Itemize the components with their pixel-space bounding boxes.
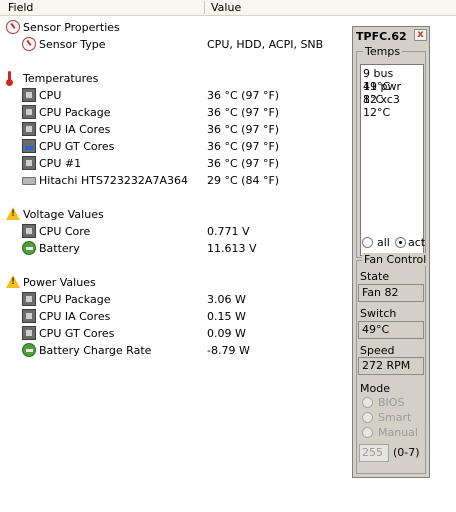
- state-field: Fan 82: [358, 284, 424, 302]
- thermometer-icon: [6, 71, 13, 86]
- cpu-chip-icon: [22, 105, 36, 119]
- warning-icon: [6, 275, 20, 288]
- item-label: CPU Package: [39, 293, 111, 306]
- item-label: CPU GT Cores: [39, 327, 115, 340]
- item-label: Battery Charge Rate: [39, 344, 152, 357]
- group-label: Sensor Properties: [23, 21, 120, 34]
- item-value: 36 °C (97 °F): [207, 140, 280, 153]
- item-value: 0.15 W: [207, 310, 246, 323]
- item-value: CPU, HDD, ACPI, SNB: [207, 38, 324, 51]
- mode-manual-radio[interactable]: [362, 427, 373, 438]
- cpu-chip-icon: [22, 326, 36, 340]
- cpu-chip-icon: [22, 122, 36, 136]
- battery-icon: [22, 241, 36, 255]
- item-label: Battery: [39, 242, 80, 255]
- mode-bios-radio[interactable]: [362, 397, 373, 408]
- column-header-field[interactable]: Field: [8, 1, 33, 14]
- gauge-icon: [22, 37, 36, 51]
- state-label: State: [360, 270, 390, 283]
- gauge-icon: [6, 20, 20, 34]
- cpu-chip-icon: [22, 224, 36, 238]
- item-value: 0.09 W: [207, 327, 246, 340]
- tpfc-panel: TPFC.62 x Temps 9 bus 49°C 11 pwr 8°C 12…: [352, 26, 430, 478]
- temps-line: 12 xc3 12°C: [363, 93, 400, 119]
- item-label: CPU Core: [39, 225, 91, 238]
- item-value: 36 °C (97 °F): [207, 157, 280, 170]
- item-value: -8.79 W: [207, 344, 250, 357]
- item-label: CPU GT Cores: [39, 140, 115, 153]
- item-label: CPU IA Cores: [39, 123, 111, 136]
- item-value: 36 °C (97 °F): [207, 123, 280, 136]
- warning-icon: [6, 207, 20, 220]
- item-value: 36 °C (97 °F): [207, 106, 280, 119]
- column-header-value[interactable]: Value: [211, 1, 241, 14]
- temps-group-label: Temps: [363, 45, 403, 58]
- cpu-chip-icon: [22, 156, 36, 170]
- tpfc-title: TPFC.62: [356, 30, 407, 43]
- all-radio-label: all: [377, 236, 390, 249]
- speed-label: Speed: [360, 344, 395, 357]
- gpu-icon: [22, 139, 36, 153]
- item-value: 29 °C (84 °F): [207, 174, 280, 187]
- manual-level-input[interactable]: 255: [359, 444, 389, 462]
- item-value: 36 °C (97 °F): [207, 89, 280, 102]
- mode-smart-radio[interactable]: [362, 412, 373, 423]
- group-label: Temperatures: [23, 72, 99, 85]
- cpu-chip-icon: [22, 88, 36, 102]
- switch-label: Switch: [360, 307, 397, 320]
- act-radio-label: act: [408, 236, 426, 249]
- mode-manual-label: Manual: [378, 426, 418, 439]
- mode-bios-label: BIOS: [378, 396, 405, 409]
- group-label: Power Values: [23, 276, 96, 289]
- act-radio[interactable]: [395, 237, 406, 248]
- item-value: 0.771 V: [207, 225, 250, 238]
- mode-label: Mode: [360, 382, 390, 395]
- temps-list[interactable]: 9 bus 49°C 11 pwr 8°C 12 xc3 12°C: [360, 64, 424, 256]
- mode-smart-label: Smart: [378, 411, 412, 424]
- cpu-chip-icon: [22, 292, 36, 306]
- switch-field: 49°C: [358, 321, 424, 339]
- all-radio[interactable]: [362, 237, 373, 248]
- list-header: Field Value: [0, 0, 456, 16]
- item-label: Hitachi HTS723232A7A364: [39, 174, 188, 187]
- item-value: 11.613 V: [207, 242, 257, 255]
- column-divider[interactable]: [204, 1, 205, 14]
- manual-range-label: (0-7): [393, 446, 420, 459]
- item-label: CPU Package: [39, 106, 111, 119]
- group-label: Voltage Values: [23, 208, 104, 221]
- item-label: Sensor Type: [39, 38, 106, 51]
- close-button[interactable]: x: [414, 29, 427, 41]
- speed-field: 272 RPM: [358, 357, 424, 375]
- hard-drive-icon: [22, 177, 36, 185]
- item-label: CPU: [39, 89, 62, 102]
- item-label: CPU #1: [39, 157, 82, 170]
- item-value: 3.06 W: [207, 293, 246, 306]
- item-label: CPU IA Cores: [39, 310, 111, 323]
- fan-control-label: Fan Control: [362, 253, 429, 266]
- battery-icon: [22, 343, 36, 357]
- cpu-chip-icon: [22, 309, 36, 323]
